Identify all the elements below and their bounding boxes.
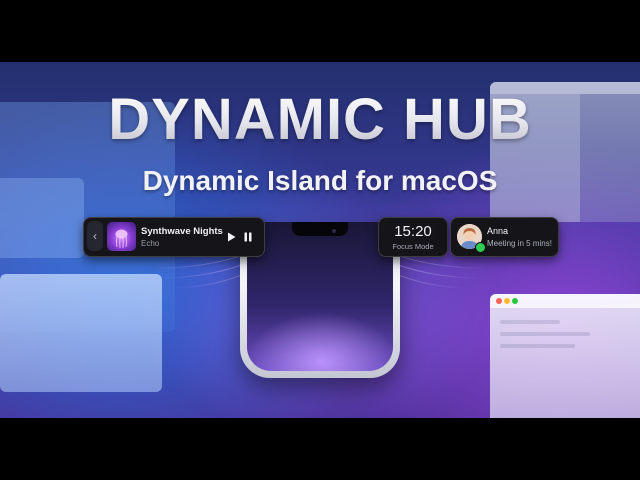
close-dot-icon bbox=[496, 298, 502, 304]
window-content-line bbox=[500, 320, 560, 324]
play-icon[interactable] bbox=[225, 231, 237, 243]
focus-mode-label: Focus Mode bbox=[392, 242, 434, 251]
focus-clock-widget[interactable]: 15:20 Focus Mode bbox=[378, 217, 448, 257]
notification-widget[interactable]: Anna Meeting in 5 mins! bbox=[450, 217, 559, 257]
media-player-widget[interactable]: ‹ Synthwave Nights Echo bbox=[83, 217, 265, 257]
window-content-line bbox=[500, 332, 590, 336]
track-artist: Echo bbox=[141, 239, 160, 248]
minimize-dot-icon bbox=[504, 298, 510, 304]
window-content-line bbox=[500, 344, 575, 348]
pause-icon[interactable] bbox=[242, 231, 254, 243]
camera-icon bbox=[332, 229, 336, 233]
display-notch bbox=[292, 222, 348, 236]
clock-time: 15:20 bbox=[394, 223, 432, 240]
mac-display-screen bbox=[247, 222, 393, 371]
notification-message: Meeting in 5 mins! bbox=[487, 239, 552, 248]
zoom-dot-icon bbox=[512, 298, 518, 304]
album-art[interactable] bbox=[107, 222, 136, 251]
track-title: Synthwave Nights bbox=[141, 226, 223, 237]
background-window bbox=[490, 294, 640, 418]
hero-title: DYNAMIC HUB bbox=[0, 88, 640, 152]
notification-sender: Anna bbox=[487, 226, 509, 236]
message-status-badge bbox=[475, 242, 486, 253]
hero-subtitle: Dynamic Island for macOS bbox=[142, 165, 498, 196]
background-window bbox=[0, 274, 162, 392]
window-titlebar bbox=[490, 294, 640, 308]
jellyfish-art-icon bbox=[115, 229, 128, 249]
chevron-left-icon[interactable]: ‹ bbox=[87, 221, 103, 251]
